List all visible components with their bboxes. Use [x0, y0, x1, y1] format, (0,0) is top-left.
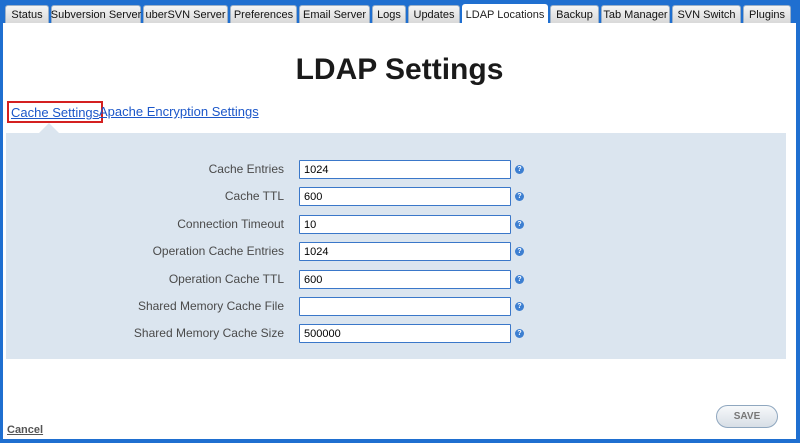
- help-icon[interactable]: ?: [515, 329, 524, 338]
- cache-entries-input[interactable]: [299, 160, 511, 179]
- main-panel: LDAP Settings Cache Settings Apache Encr…: [3, 23, 796, 439]
- cancel-link[interactable]: Cancel: [7, 424, 43, 436]
- help-icon[interactable]: ?: [515, 302, 524, 311]
- help-icon[interactable]: ?: [515, 192, 524, 201]
- help-icon[interactable]: ?: [515, 247, 524, 256]
- operation-cache-entries-input[interactable]: [299, 242, 511, 261]
- cache-ttl-input[interactable]: [299, 187, 511, 206]
- page-title: LDAP Settings: [295, 53, 504, 86]
- connection-timeout-label: Connection Timeout: [177, 217, 284, 231]
- cache-settings-form: Cache Entries ? Cache TTL ? Connection T…: [6, 133, 786, 359]
- tab-status[interactable]: Status: [5, 5, 49, 23]
- save-button[interactable]: SAVE: [716, 405, 778, 428]
- form-row-connection-timeout: Connection Timeout ?: [6, 215, 786, 235]
- help-icon[interactable]: ?: [515, 165, 524, 174]
- shared-memory-cache-file-label: Shared Memory Cache File: [137, 299, 284, 313]
- top-tab-bar: Status Subversion Server uberSVN Server …: [0, 0, 800, 24]
- tab-plugins[interactable]: Plugins: [743, 5, 791, 23]
- form-row-operation-cache-ttl: Operation Cache TTL ?: [6, 270, 786, 290]
- help-icon[interactable]: ?: [515, 275, 524, 284]
- shared-memory-cache-size-input[interactable]: [299, 324, 511, 343]
- shared-memory-cache-size-label: Shared Memory Cache Size: [133, 326, 284, 340]
- form-row-cache-entries: Cache Entries ?: [6, 160, 786, 180]
- form-row-shared-memory-cache-size: Shared Memory Cache Size ?: [6, 324, 786, 344]
- help-icon[interactable]: ?: [515, 220, 524, 229]
- tab-ubersvn-server[interactable]: uberSVN Server: [143, 5, 228, 23]
- section-pointer: [39, 123, 59, 133]
- tab-backup[interactable]: Backup: [550, 5, 599, 23]
- cache-entries-label: Cache Entries: [208, 162, 284, 176]
- apache-encryption-settings-link[interactable]: Apache Encryption Settings: [99, 104, 259, 119]
- cache-settings-link[interactable]: Cache Settings: [7, 101, 104, 123]
- tab-ldap-locations[interactable]: LDAP Locations: [462, 4, 548, 24]
- tab-subversion-server[interactable]: Subversion Server: [51, 5, 141, 23]
- form-row-shared-memory-cache-file: Shared Memory Cache File ?: [6, 297, 786, 317]
- tab-email-server[interactable]: Email Server: [299, 5, 370, 23]
- operation-cache-entries-label: Operation Cache Entries: [152, 244, 284, 258]
- tab-tab-manager[interactable]: Tab Manager: [601, 5, 670, 23]
- shared-memory-cache-file-input[interactable]: [299, 297, 511, 316]
- connection-timeout-input[interactable]: [299, 215, 511, 234]
- tab-updates[interactable]: Updates: [408, 5, 460, 23]
- operation-cache-ttl-label: Operation Cache TTL: [168, 272, 284, 286]
- tab-logs[interactable]: Logs: [372, 5, 406, 23]
- tab-svn-switch[interactable]: SVN Switch: [672, 5, 741, 23]
- form-row-operation-cache-entries: Operation Cache Entries ?: [6, 242, 786, 262]
- operation-cache-ttl-input[interactable]: [299, 270, 511, 289]
- cache-ttl-label: Cache TTL: [224, 189, 284, 203]
- tab-preferences[interactable]: Preferences: [230, 5, 297, 23]
- form-row-cache-ttl: Cache TTL ?: [6, 187, 786, 207]
